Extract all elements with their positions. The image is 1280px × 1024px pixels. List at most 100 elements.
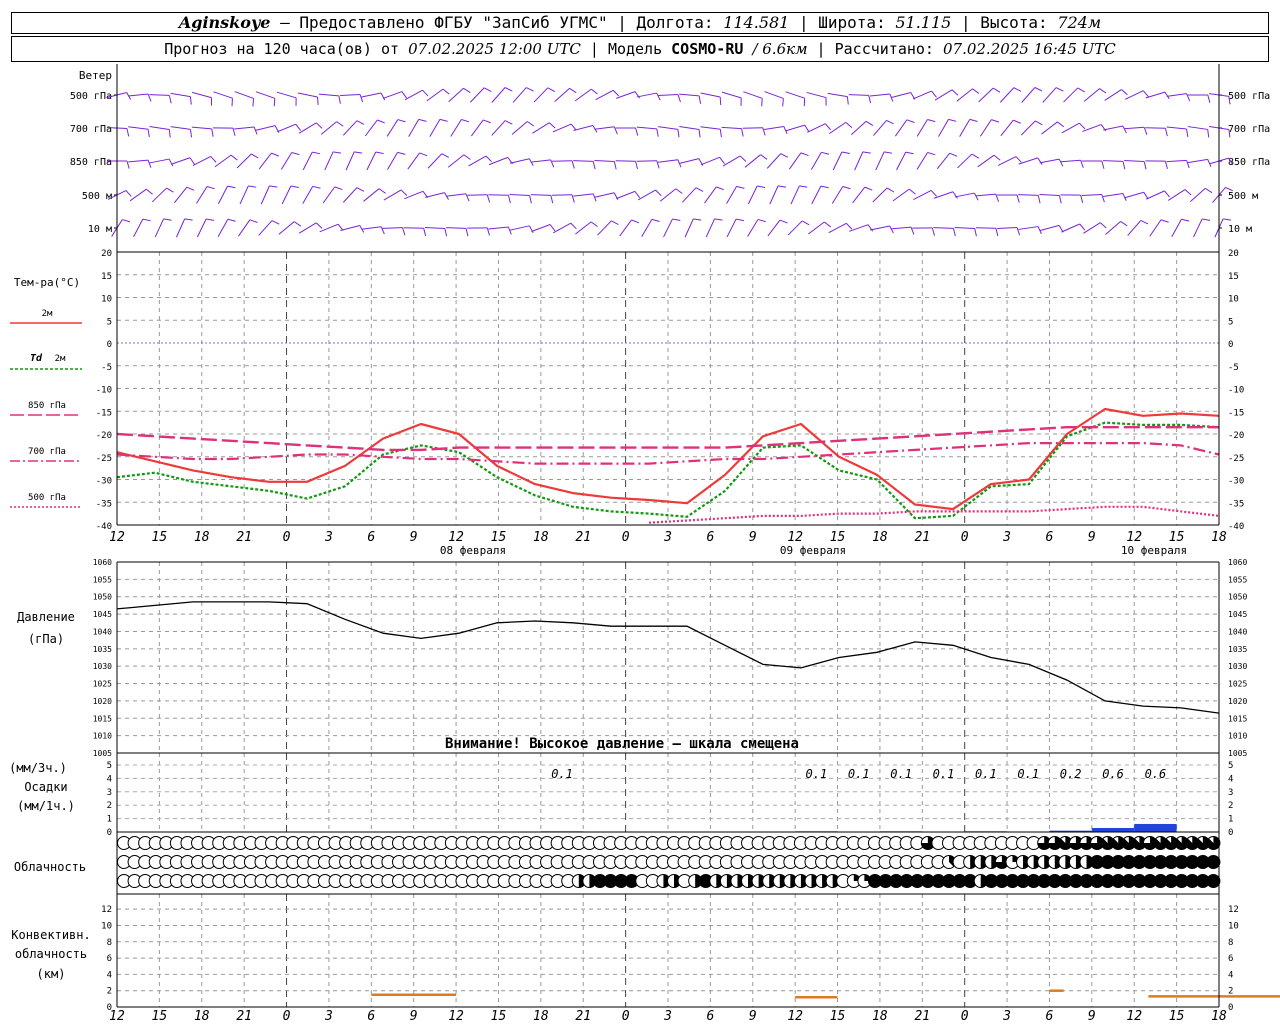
- wind-barb-flag: [993, 154, 1001, 161]
- wind-barb: [239, 185, 249, 205]
- wind-barb: [1018, 226, 1039, 230]
- wind-barb: [1020, 120, 1036, 136]
- wind-barb: [936, 152, 951, 170]
- wind-barb: [787, 220, 803, 236]
- wind-barb: [469, 87, 485, 103]
- wind-barb-flag: [1101, 194, 1105, 203]
- wind-barb-flag: [651, 218, 660, 222]
- wind-barb-flag: [656, 128, 659, 137]
- wind-barb-flag: [463, 87, 471, 94]
- temp-ytick-left: -15: [96, 408, 112, 418]
- wind-barb: [1061, 122, 1080, 134]
- temp-ytick-left: -20: [96, 431, 112, 441]
- conv-ytick-right: 10: [1228, 921, 1239, 931]
- wind-barb-flag: [1160, 219, 1169, 223]
- wind-barb: [891, 226, 912, 230]
- temp-xtick: 0: [283, 530, 291, 545]
- cloud-symbol-fill: [1206, 855, 1220, 869]
- wind-barb: [1000, 119, 1014, 137]
- wind-barb: [827, 92, 848, 98]
- wind-barb-flag: [655, 189, 662, 197]
- date-label: 09 февраля: [780, 544, 846, 557]
- wind-barb: [342, 187, 358, 203]
- wind-barb-flag: [147, 159, 152, 168]
- wind-barb: [616, 91, 636, 99]
- wind-barb: [828, 222, 847, 234]
- wind-level-right: 700 гПа: [1228, 124, 1270, 135]
- wind-barb-flag: [736, 185, 745, 189]
- pressure-ytick-left: 1005: [93, 749, 112, 758]
- wind-barb-flag: [1140, 220, 1149, 225]
- wind-barb: [530, 194, 551, 196]
- wind-barb: [298, 222, 317, 234]
- pressure-ytick-left: 1050: [93, 593, 112, 602]
- pressure-unit: (гПа): [28, 632, 64, 646]
- wind-barb-flag: [969, 118, 978, 122]
- wind-barb-flag: [486, 194, 491, 203]
- wind-level-left: 500 м: [82, 191, 112, 202]
- wind-barb-flag: [547, 87, 556, 93]
- temp-ytick-left: 20: [101, 249, 112, 259]
- conv-xtick: 3: [663, 1009, 672, 1024]
- wind-barb-flag: [886, 187, 895, 193]
- wind-barb: [1124, 90, 1144, 100]
- wind-barb: [302, 186, 314, 204]
- wind-barb-flag: [777, 185, 787, 188]
- wind-barb: [509, 225, 530, 231]
- pressure-ytick-right: 1005: [1228, 749, 1247, 758]
- conv-xtick: 6: [367, 1009, 375, 1024]
- precip-3h-label: 0.1: [890, 767, 912, 781]
- wind-barb: [912, 90, 932, 100]
- wind-barb-flag: [635, 161, 639, 170]
- wind-barb: [979, 119, 992, 137]
- wind-barb: [959, 119, 971, 137]
- precip-3h-label: 0.1: [975, 767, 997, 781]
- wind-barb: [594, 192, 615, 198]
- wind-barb-flag: [592, 161, 596, 170]
- temp-xtick: 21: [914, 530, 930, 545]
- wind-barb: [616, 190, 636, 200]
- temp-xtick: 15: [1169, 530, 1185, 545]
- wind-barb-flag: [719, 96, 722, 106]
- wind-barb: [491, 120, 506, 136]
- conv-ytick-left: 8: [107, 938, 112, 948]
- temp-xtick: 12: [787, 530, 803, 545]
- wind-barb: [154, 218, 165, 238]
- wind-barb: [978, 87, 994, 103]
- wind-barb: [214, 154, 232, 168]
- wind-barb-flag: [635, 127, 639, 136]
- wind-barb-flag: [442, 88, 450, 95]
- temp-ytick-right: 5: [1228, 317, 1233, 327]
- wind-barb-flag: [741, 128, 744, 137]
- wind-barb: [641, 219, 653, 237]
- wind-barb-flag: [972, 88, 980, 94]
- wind-barb-flag: [336, 121, 344, 127]
- wind-barb: [1167, 189, 1186, 201]
- wind-barb-flag: [189, 129, 193, 138]
- wind-barb-flag: [782, 98, 784, 107]
- wind-barb-flag: [862, 151, 871, 154]
- wind-barb-flag: [1164, 190, 1171, 198]
- wind-barb-flag: [122, 219, 131, 223]
- wind-barb-flag: [841, 151, 850, 154]
- precip-ytick-right: 3: [1228, 788, 1233, 798]
- legend-850-label: 850 гПа: [28, 401, 66, 411]
- wind-barb-flag: [168, 95, 172, 104]
- temp-xtick: 21: [236, 530, 252, 545]
- wind-barb-flag: [401, 91, 407, 99]
- wind-barb: [657, 94, 679, 96]
- wind-barb-flag: [611, 220, 619, 226]
- wind-barb: [896, 151, 907, 171]
- wind-barb-flag: [315, 222, 323, 229]
- wind-barb-flag: [168, 129, 171, 138]
- wind-barb-flag: [295, 123, 302, 131]
- wind-barb-flag: [1037, 157, 1043, 165]
- wind-barb-flag: [1058, 195, 1062, 204]
- wind-barb: [747, 185, 758, 205]
- wind-barb: [873, 120, 887, 136]
- pressure-ytick-left: 1035: [93, 645, 112, 654]
- precip-unit-1h: (мм/1ч.): [17, 799, 75, 813]
- temp-series-line: [648, 505, 1220, 524]
- wind-barb: [975, 193, 996, 197]
- wind-barb-flag: [719, 156, 725, 164]
